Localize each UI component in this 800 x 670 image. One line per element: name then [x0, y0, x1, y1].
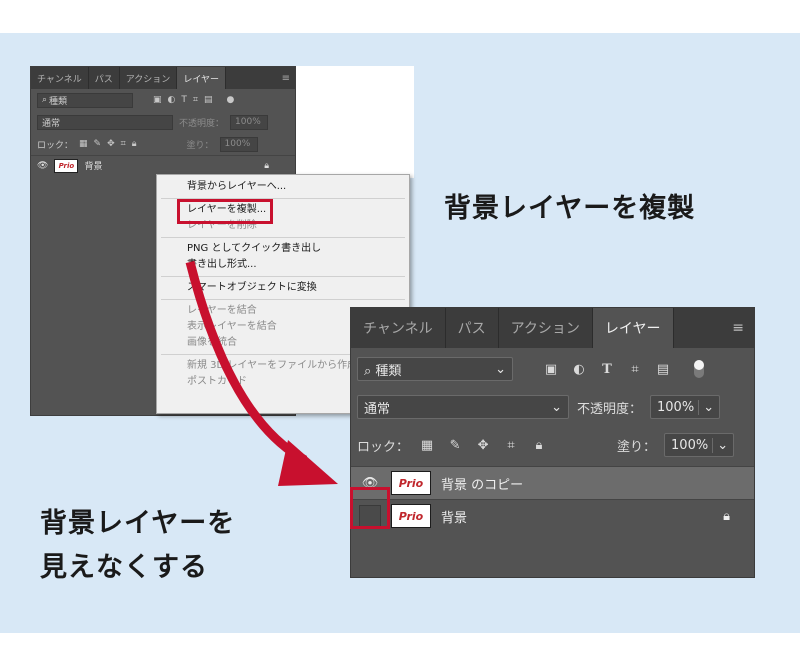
caption-hide-line2: 見えなくする: [40, 552, 208, 583]
caption-hide: 背景レイヤーを 見えなくする: [40, 502, 235, 590]
caption-duplicate: 背景レイヤーを複製: [444, 193, 696, 224]
caption-hide-line1: 背景レイヤーを: [40, 508, 236, 539]
arrow-shaft: [185, 260, 308, 464]
arrow-head: [278, 440, 338, 486]
